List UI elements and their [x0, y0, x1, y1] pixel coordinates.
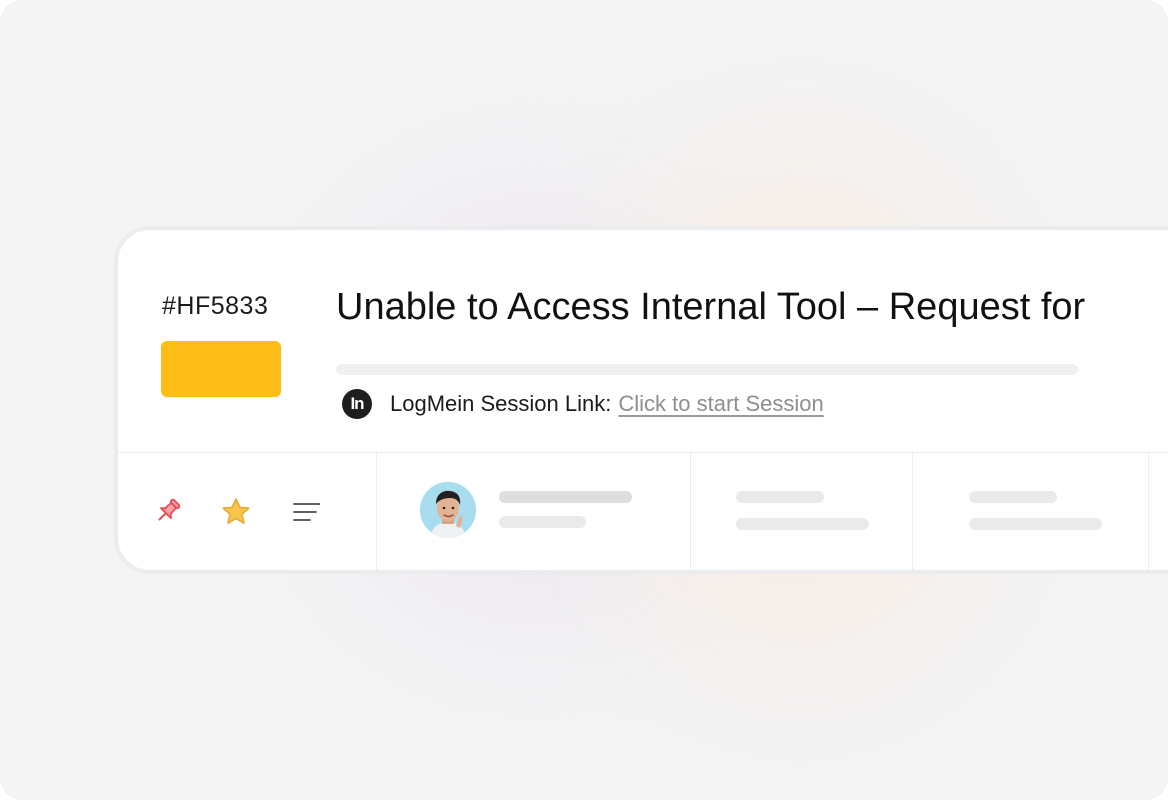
field-label-placeholder [969, 491, 1057, 503]
column-divider [376, 451, 377, 570]
pushpin-icon[interactable] [151, 494, 185, 528]
star-icon[interactable] [219, 495, 253, 529]
page: #HF5833 Unable to Access Internal Tool –… [0, 0, 1168, 800]
session-link-row: In LogMein Session Link: Click to start … [342, 388, 824, 420]
field-value-placeholder [969, 518, 1102, 530]
field-label-placeholder [736, 491, 824, 503]
status-badge[interactable] [161, 341, 281, 397]
logmein-icon: In [342, 389, 372, 419]
column-divider [1148, 451, 1149, 570]
ticket-footer [118, 453, 1168, 570]
subtitle-placeholder [336, 364, 1078, 375]
assignee-avatar[interactable] [420, 482, 476, 538]
start-session-link[interactable]: Click to start Session [618, 391, 823, 417]
column-divider [690, 451, 691, 570]
assignee-name-placeholder [499, 491, 632, 503]
sort-lines-icon[interactable] [288, 495, 322, 529]
column-divider [912, 451, 913, 570]
field-value-placeholder [736, 518, 869, 530]
ticket-header: #HF5833 Unable to Access Internal Tool –… [118, 230, 1168, 453]
ticket-id: #HF5833 [162, 292, 269, 320]
ticket-title[interactable]: Unable to Access Internal Tool – Request… [336, 286, 1085, 329]
assignee-role-placeholder [499, 516, 586, 528]
session-label: LogMein Session Link: [390, 391, 612, 416]
